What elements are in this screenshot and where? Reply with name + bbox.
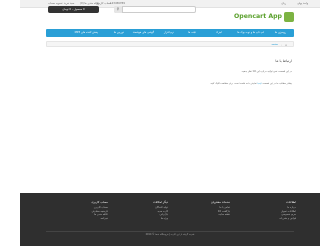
footer-link[interactable]: خبرنامه — [58, 217, 108, 221]
footer-link[interactable]: قوانین و مقررات — [246, 217, 296, 221]
currency-selector[interactable]: واحد پولی — [297, 2, 308, 5]
footer-heading: حساب کاربری — [91, 200, 108, 204]
cart-button-label: 0 محصول - 0 تومان — [62, 8, 85, 11]
footer-divider — [46, 231, 294, 232]
footer-column-information: اطلاعات درباره ما اطلاعات تحویل حریم خصو… — [246, 200, 296, 220]
footer-heading: خدمات مشتریان — [210, 200, 230, 204]
footer-heading: اطلاعات — [286, 200, 296, 204]
wishlist-link[interactable]: علاقه مندی ها (0) — [80, 2, 100, 5]
breadcrumb-current[interactable]: صفحه — [271, 43, 278, 46]
breadcrumb: ⌂ › صفحه — [46, 41, 294, 47]
language-selector[interactable]: زبان — [281, 2, 286, 5]
footer-link[interactable]: ویژه ها — [118, 217, 168, 221]
logo-text: Opencart App — [234, 13, 282, 20]
checkout-link[interactable]: تسویه حساب — [48, 2, 62, 5]
logo[interactable]: Opencart App — [234, 12, 294, 23]
page-title: ارتباط با ما — [275, 59, 292, 63]
search-icon: ⚲ — [116, 7, 120, 11]
home-icon[interactable]: ⌂ — [285, 43, 287, 47]
menu-item-components[interactable]: اجزاء — [216, 31, 222, 34]
menu-item-mp3[interactable]: پخش کننده های MP3 — [75, 31, 98, 34]
menu-item-software[interactable]: نرم افزار — [164, 31, 174, 34]
menu-item-phones[interactable]: گوشی های هوشمند — [133, 31, 154, 34]
menu-item-desktops[interactable]: رومیزی ها — [275, 31, 286, 34]
logo-icon — [284, 12, 294, 22]
menu-item-cameras[interactable]: دوربین ها — [114, 31, 124, 34]
search-button[interactable]: ⚲ — [114, 6, 123, 13]
footer-column-customer-service: خدمات مشتریان تماس با ما بازگشت کالا نقش… — [180, 200, 230, 217]
cart-link[interactable]: سبد خرید — [64, 2, 74, 5]
footer-column-account: حساب کاربری حساب کاربری تاریخچه سفارش عل… — [58, 200, 108, 220]
footer-heading: دیگر امکانات — [153, 200, 168, 204]
menu-item-tablets[interactable]: تبلت ها — [188, 31, 196, 34]
paragraph-text-after: نمایش داده نشده است. برای مشاهده کلیک کن… — [209, 82, 257, 85]
footer: اطلاعات درباره ما اطلاعات تحویل حریم خصو… — [20, 193, 320, 246]
paragraph-text-before: بیشتر مطالب ما در این قسمت — [262, 82, 292, 85]
cart-button[interactable]: 0 محصول - 0 تومان — [48, 6, 99, 13]
main-menu: رومیزی ها لپ تاپ ها و نوت بوک ها اجزاء ت… — [46, 29, 294, 37]
search-input[interactable] — [124, 7, 194, 12]
footer-link[interactable]: نقشه سایت — [180, 213, 230, 217]
copyright: قدرت گرفته از اپن کارت | فروشگاه شما © 2… — [145, 233, 195, 236]
content-paragraph: در این قسمت نمی توانید درباره این کالا ن… — [241, 70, 292, 73]
menu-item-laptops[interactable]: لپ تاپ ها و نوت بوک ها — [237, 31, 264, 34]
breadcrumb-separator: › — [280, 43, 282, 47]
phone-link[interactable]: 123456789 — [110, 2, 125, 5]
footer-column-extras: دیگر امکانات تولید کنندگان کارت هدیه باز… — [118, 200, 168, 220]
content-paragraph-link-line: بیشتر مطالب ما در این قسمت اینجا نمایش د… — [210, 82, 292, 85]
